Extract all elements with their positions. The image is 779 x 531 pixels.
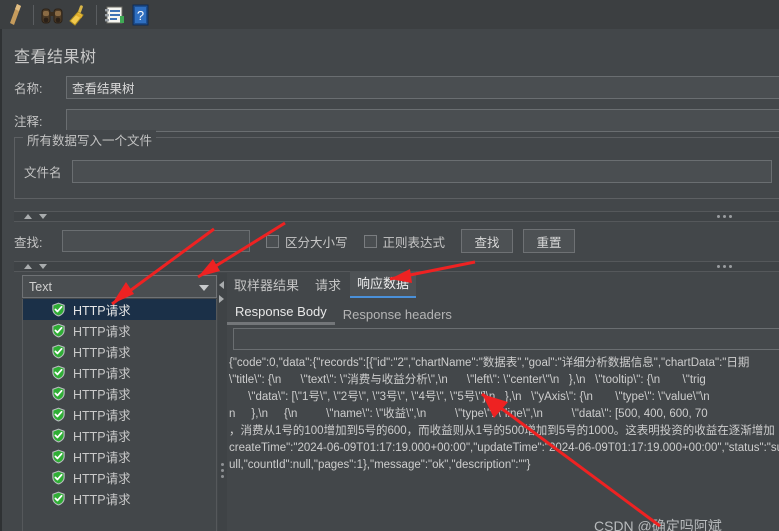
collapse-up-icon[interactable]: [24, 214, 32, 219]
view-format-value: Text: [29, 279, 52, 294]
tree-row[interactable]: HTTP请求: [23, 320, 216, 341]
splitter-top[interactable]: [14, 211, 779, 222]
name-row: 名称: 查看结果树: [14, 76, 779, 99]
divider-grip[interactable]: [221, 463, 224, 481]
response-tabbar[interactable]: 取样器结果 请求 响应数据: [227, 271, 418, 298]
chevron-down-icon[interactable]: [199, 285, 209, 291]
divider-collapse-right-icon[interactable]: [219, 295, 224, 303]
toolbar-separator-1: [33, 4, 34, 25]
collapse-down-icon[interactable]: [39, 214, 47, 219]
success-shield-icon: [52, 323, 65, 338]
tree-row[interactable]: HTTP请求: [23, 488, 216, 509]
tree-row-label: HTTP请求: [73, 367, 131, 381]
watermark-text: CSDN @确定吗阿斌: [594, 518, 722, 531]
response-subtabbar[interactable]: Response Body Response headers: [227, 303, 460, 325]
tree-row-label: HTTP请求: [73, 388, 131, 402]
group-title: 所有数据写入一个文件: [23, 130, 157, 149]
tree-row[interactable]: HTTP请求: [23, 383, 216, 404]
results-tree-panel: Text HTTP请求 HTTP请求 HTTP请求 HTTP请求 HTTP请求 HTTP请…: [14, 273, 217, 531]
response-subtab[interactable]: Response Body: [227, 303, 335, 325]
case-sensitive-checkbox[interactable]: 区分大小写: [266, 232, 348, 251]
tree-row[interactable]: HTTP请求: [23, 299, 216, 320]
tree-row[interactable]: HTTP请求: [23, 341, 216, 362]
page-title: 查看结果树: [14, 49, 97, 66]
regex-label: 正则表达式: [382, 235, 446, 250]
success-shield-icon: [52, 365, 65, 380]
success-shield-icon: [52, 302, 65, 317]
response-body-line: \"data\": [\"1号\", \"2号\", \"3号\", \"4号\…: [229, 391, 710, 403]
success-shield-icon: [52, 428, 65, 443]
divider-collapse-left-icon[interactable]: [219, 281, 224, 289]
response-body-line: createTime":"2024-06-09T01:17:19.000+00:…: [229, 442, 779, 454]
collapse-down-icon-2[interactable]: [39, 264, 47, 269]
success-shield-icon: [52, 491, 65, 506]
svg-text:?: ?: [137, 8, 144, 23]
binoculars-icon[interactable]: [39, 3, 65, 27]
splitter-top-grip[interactable]: [717, 215, 732, 218]
notepad-list-icon[interactable]: [102, 3, 128, 27]
clipboard-partial-icon[interactable]: [2, 3, 28, 27]
response-tab[interactable]: 响应数据: [350, 271, 417, 298]
filename-label: 文件名: [24, 166, 62, 180]
search-row: 查找: 区分大小写 正则表达式 查找 重置: [14, 226, 779, 256]
tree-row-label: HTTP请求: [73, 493, 131, 507]
main-content: 查看结果树 名称: 查看结果树 注释: 所有数据写入一个文件 文件名 查找: 区…: [0, 29, 779, 531]
tree-row-label: HTTP请求: [73, 430, 131, 444]
response-body-line: ull,"countId":null,"pages":1},"message":…: [229, 459, 531, 471]
response-body-line: n },\n {\n \"name\": \"收益\",\n \"type\":…: [229, 408, 708, 420]
toolbar: ?: [0, 0, 779, 29]
tree-row-label: HTTP请求: [73, 472, 131, 486]
comment-label: 注释:: [14, 115, 43, 129]
regex-box-icon[interactable]: [363, 234, 377, 248]
comment-row: 注释:: [14, 109, 779, 132]
comment-input[interactable]: [66, 109, 779, 132]
response-subtab[interactable]: Response headers: [335, 306, 460, 325]
tree-row-label: HTTP请求: [73, 451, 131, 465]
response-body-text[interactable]: {"code":0,"data":{"records":[{"id":"2","…: [229, 355, 779, 505]
panel-divider[interactable]: [218, 273, 227, 531]
tree-row[interactable]: HTTP请求: [23, 467, 216, 488]
find-button[interactable]: 查找: [461, 229, 514, 253]
case-sensitive-label: 区分大小写: [285, 235, 348, 250]
tree-row-label: HTTP请求: [73, 325, 131, 339]
name-label: 名称:: [14, 82, 43, 96]
search-input[interactable]: [62, 230, 250, 252]
broom-icon[interactable]: [65, 3, 91, 27]
success-shield-icon: [52, 386, 65, 401]
view-format-select[interactable]: Text: [22, 275, 217, 298]
toolbar-separator-2: [96, 4, 97, 25]
success-shield-icon: [52, 449, 65, 464]
tree-row[interactable]: HTTP请求: [23, 425, 216, 446]
case-sensitive-box-icon[interactable]: [266, 234, 279, 248]
tree-row-label: HTTP请求: [73, 304, 131, 318]
response-body-line: ，消费从1号的100增加到5号的600，而收益则从1号的500增加到5号的100…: [229, 425, 775, 437]
collapse-up-icon-2[interactable]: [24, 264, 32, 269]
jmeter-view-results-tree-window: ? 查看结果树 名称: 查看结果树 注释: 所有数据写入一个文件 文件名 查找:…: [0, 0, 779, 531]
response-tab[interactable]: 请求: [308, 273, 348, 298]
filename-row: 文件名: [24, 160, 772, 183]
search-label: 查找:: [14, 235, 43, 250]
reset-button[interactable]: 重置: [523, 229, 576, 253]
success-shield-icon: [52, 470, 65, 485]
response-body-line: \"title\": {\n \"text\": \"消费与收益分析\",\n …: [229, 374, 706, 386]
tree-row[interactable]: HTTP请求: [23, 446, 216, 467]
name-input[interactable]: 查看结果树: [66, 76, 779, 99]
regex-checkbox[interactable]: 正则表达式: [363, 232, 446, 251]
tree-row[interactable]: HTTP请求: [23, 404, 216, 425]
response-tab[interactable]: 取样器结果: [227, 273, 306, 298]
tree-row[interactable]: HTTP请求: [23, 362, 216, 383]
help-book-icon[interactable]: ?: [128, 3, 154, 27]
splitter-bottom-arrows[interactable]: [24, 264, 47, 269]
splitter-bottom-grip[interactable]: [717, 265, 732, 268]
tree-row-label: HTTP请求: [73, 409, 131, 423]
results-tree-list[interactable]: HTTP请求 HTTP请求 HTTP请求 HTTP请求 HTTP请求 HTTP请求 HTTP…: [22, 299, 217, 531]
tree-row-label: HTTP请求: [73, 346, 131, 360]
response-find-input[interactable]: [233, 328, 779, 350]
response-panel: 取样器结果 请求 响应数据 Response Body Response header…: [227, 271, 779, 531]
splitter-top-arrows[interactable]: [24, 214, 47, 219]
response-body-line: {"code":0,"data":{"records":[{"id":"2","…: [229, 357, 750, 369]
success-shield-icon: [52, 344, 65, 359]
filename-input[interactable]: [72, 160, 772, 183]
success-shield-icon: [52, 407, 65, 422]
